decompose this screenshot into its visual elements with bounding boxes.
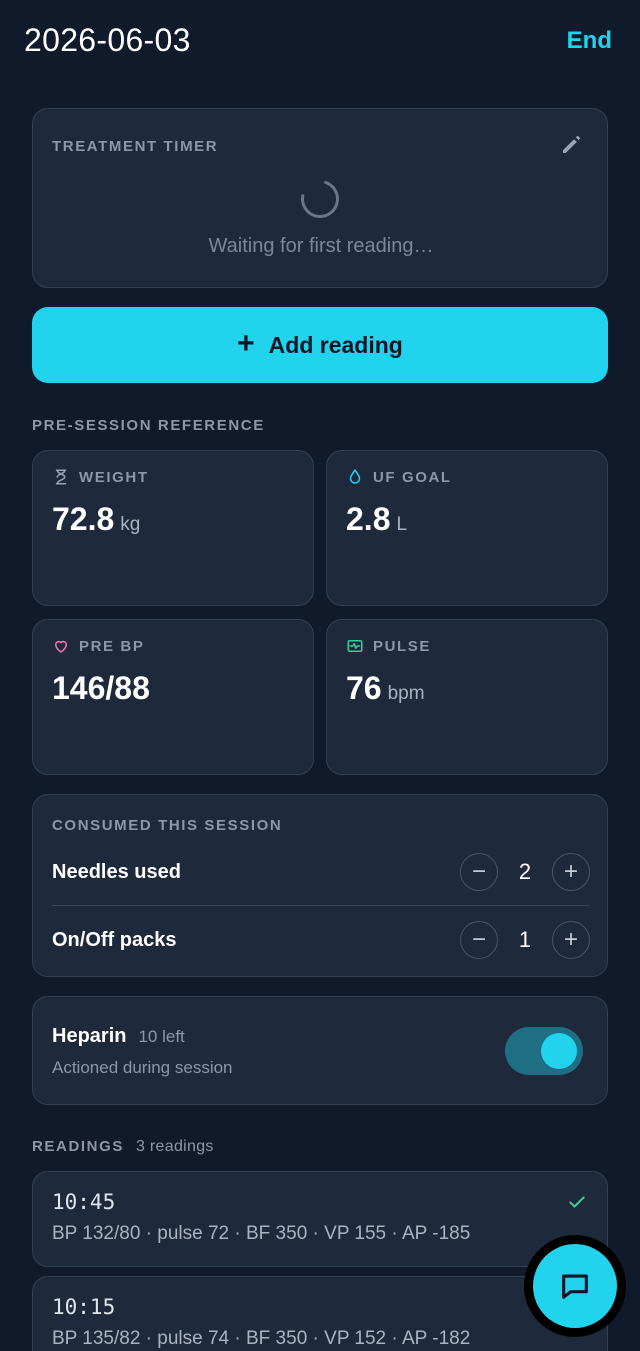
readings-count: 3 readings: [135, 1138, 214, 1155]
packs-increment-button[interactable]: +: [552, 921, 590, 959]
weight-label: WEIGHT: [79, 468, 149, 486]
needles-increment-button[interactable]: +: [552, 853, 590, 891]
uf-goal-card: UF GOAL 2.8 L: [326, 450, 608, 606]
heparin-card: Heparin 10 left Actioned during session: [32, 996, 608, 1105]
timer-label: TREATMENT TIMER: [52, 138, 219, 155]
packs-decrement-button[interactable]: −: [460, 921, 498, 959]
heparin-label: Heparin: [52, 1025, 127, 1047]
timer-status: Waiting for first reading…: [208, 235, 434, 257]
plus-icon: +: [237, 326, 255, 360]
packs-stepper: − 1 +: [460, 921, 590, 959]
pre-bp-label: PRE BP: [79, 637, 145, 655]
pre-session-label: PRE-SESSION REFERENCE: [32, 417, 265, 434]
divider: [52, 905, 590, 906]
needles-count: 2: [518, 859, 532, 884]
pulse-value: 76: [346, 670, 382, 706]
add-reading-label: Add reading: [268, 331, 403, 358]
reading-detail: BP 132/80 · pulse 72 · BF 350 · VP 155 ·…: [52, 1223, 471, 1244]
reading-time: 10:15: [52, 1295, 116, 1319]
readings-label: READINGS: [32, 1138, 124, 1155]
hourglass-icon: [55, 469, 67, 485]
needles-row: Needles used − 2 +: [52, 852, 590, 892]
uf-goal-value: 2.8: [346, 501, 391, 537]
heparin-remaining: 10 left: [138, 1027, 185, 1046]
packs-count: 1: [518, 927, 532, 952]
add-reading-button[interactable]: + Add reading: [32, 307, 608, 383]
packs-row: On/Off packs − 1 +: [52, 920, 590, 960]
heparin-toggle[interactable]: [505, 1027, 583, 1075]
weight-card: WEIGHT 72.8 kg: [32, 450, 314, 606]
pulse-unit: bpm: [387, 683, 425, 704]
uf-goal-label: UF GOAL: [373, 468, 452, 486]
session-date: 2026-06-03: [24, 22, 191, 58]
top-bar: 2026-06-03 End: [0, 0, 640, 84]
consumed-card: CONSUMED THIS SESSION Needles used − 2 +…: [32, 794, 608, 977]
pulse-monitor-icon: [347, 640, 363, 652]
consumed-label: CONSUMED THIS SESSION: [52, 817, 283, 834]
check-icon: [569, 1196, 585, 1208]
loading-spinner-icon: [294, 173, 346, 225]
readings-header: READINGS 3 readings: [32, 1138, 214, 1156]
reading-detail: BP 135/82 · pulse 74 · BF 350 · VP 152 ·…: [52, 1328, 471, 1349]
weight-unit: kg: [120, 514, 141, 535]
chat-bubble-icon: [562, 1274, 588, 1299]
treatment-timer-card: TREATMENT TIMER Waiting for first readin…: [32, 108, 608, 288]
pre-bp-card: PRE BP 146/88: [32, 619, 314, 775]
hd-session-screen: 2026-06-03 End TREATMENT TIMER Waiting f…: [0, 0, 640, 1351]
needles-decrement-button[interactable]: −: [460, 853, 498, 891]
pulse-label: PULSE: [373, 637, 432, 655]
pulse-card: PULSE 76 bpm: [326, 619, 608, 775]
droplet-icon: [349, 469, 361, 484]
uf-goal-unit: L: [396, 514, 408, 535]
pencil-icon[interactable]: [559, 133, 583, 157]
heart-icon: [55, 640, 67, 653]
heparin-subtitle: Actioned during session: [52, 1058, 233, 1077]
needles-stepper: − 2 +: [460, 853, 590, 891]
end-session-button[interactable]: End: [567, 27, 612, 55]
reading-item[interactable]: 10:45 BP 132/80 · pulse 72 · BF 350 · VP…: [32, 1171, 608, 1267]
reading-time: 10:45: [52, 1190, 116, 1214]
toggle-knob: [541, 1033, 577, 1069]
pre-bp-value: 146/88: [52, 670, 150, 706]
chat-button[interactable]: [524, 1235, 626, 1337]
needles-label: Needles used: [52, 860, 181, 883]
packs-label: On/Off packs: [52, 928, 177, 951]
weight-value: 72.8: [52, 501, 115, 537]
reading-item[interactable]: 10:15 BP 135/82 · pulse 74 · BF 350 · VP…: [32, 1276, 608, 1351]
